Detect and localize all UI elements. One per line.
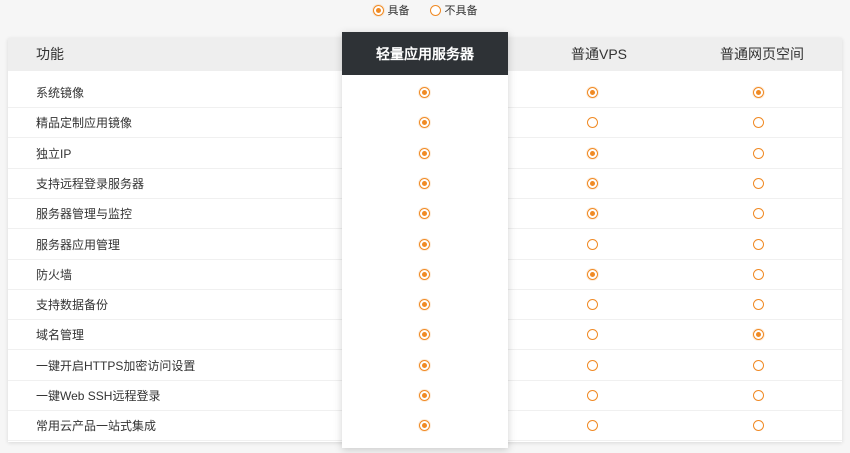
filled-circle-icon <box>419 390 430 401</box>
filled-circle-icon <box>419 359 430 371</box>
empty-circle-icon <box>753 299 764 311</box>
empty-circle-icon <box>587 359 598 371</box>
feature-label: 支持远程登录服务器 <box>36 176 145 191</box>
feature-label: 独立IP <box>36 146 72 161</box>
empty-circle-icon <box>587 329 598 341</box>
filled-circle-icon <box>419 177 430 189</box>
empty-circle-icon <box>753 420 764 432</box>
feature-label: 一键Web SSH远程登录 <box>36 389 161 403</box>
column-header-lightweight-server: 轻量应用服务器 <box>342 32 508 75</box>
filled-circle-icon <box>587 177 598 189</box>
filled-circle-icon <box>419 147 430 159</box>
empty-circle-icon <box>587 117 598 129</box>
feature-label: 系统镜像 <box>36 86 85 100</box>
empty-circle-icon <box>587 238 598 250</box>
empty-circle-icon <box>753 147 764 159</box>
legend-not-has-label: 不具备 <box>444 5 478 17</box>
feature-label: 服务器管理与监控 <box>36 207 133 222</box>
filled-circle-icon <box>419 87 430 98</box>
empty-circle-icon <box>753 268 764 280</box>
empty-circle-icon <box>753 177 764 189</box>
feature-label: 域名管理 <box>36 328 85 343</box>
empty-circle-icon <box>587 420 598 432</box>
filled-circle-icon <box>419 238 430 250</box>
filled-circle-icon <box>753 87 764 98</box>
filled-circle-icon <box>372 4 384 16</box>
empty-circle-icon <box>753 117 764 129</box>
filled-circle-icon <box>587 147 598 159</box>
empty-circle-icon <box>753 208 764 220</box>
feature-label: 常用云产品一站式集成 <box>36 419 157 434</box>
feature-label: 服务器应用管理 <box>36 237 121 252</box>
filled-circle-icon <box>753 329 764 341</box>
empty-circle-icon <box>587 299 598 311</box>
filled-circle-icon <box>419 268 430 280</box>
empty-circle-icon <box>753 238 764 250</box>
filled-circle-icon <box>587 87 598 98</box>
empty-circle-icon <box>753 359 764 371</box>
feature-column-header: 功能 <box>36 46 64 62</box>
column-header-vps: 普通VPS <box>570 46 627 62</box>
filled-circle-icon <box>587 268 598 280</box>
feature-label: 一键开启HTTPS加密访问设置 <box>36 358 196 373</box>
legend: 具备 不具备 <box>0 3 850 17</box>
feature-label: 防火墙 <box>36 267 73 282</box>
feature-label: 精品定制应用镜像 <box>36 116 133 131</box>
legend-has: 具备 <box>372 3 410 17</box>
filled-circle-icon <box>587 208 598 220</box>
feature-label: 支持数据备份 <box>36 298 109 313</box>
empty-circle-icon <box>429 4 441 16</box>
legend-has-label: 具备 <box>387 5 410 17</box>
empty-circle-icon <box>587 390 598 401</box>
legend-not-has: 不具备 <box>429 3 478 17</box>
empty-circle-icon <box>753 390 764 401</box>
column-header-web-space: 普通网页空间 <box>720 46 804 62</box>
